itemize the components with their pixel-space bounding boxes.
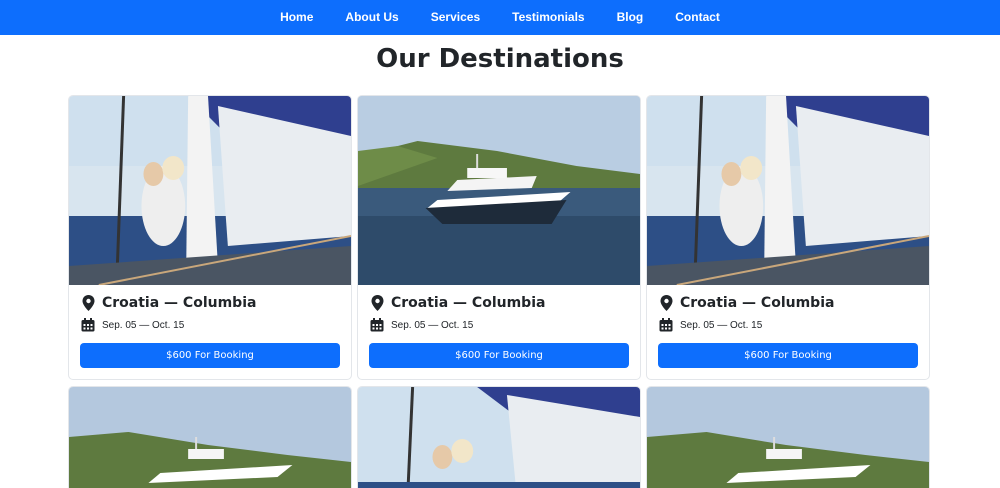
- destinations-grid: Croatia — Columbia Sep. 05 — Oct. 15 $60…: [68, 95, 930, 488]
- destination-row: Croatia — Columbia: [80, 295, 340, 311]
- destination-label: Croatia — Columbia: [391, 295, 546, 311]
- calendar-icon: [658, 317, 674, 333]
- yacht-image: [69, 387, 351, 488]
- card-body: Croatia — Columbia Sep. 05 — Oct. 15 $60…: [69, 285, 351, 379]
- destination-card: [357, 386, 641, 488]
- card-body: Croatia — Columbia Sep. 05 — Oct. 15 $60…: [358, 285, 640, 379]
- destination-label: Croatia — Columbia: [102, 295, 257, 311]
- sailboat-couple-image: [647, 96, 929, 285]
- sailboat-couple-image: [358, 387, 640, 488]
- date-label: Sep. 05 — Oct. 15: [391, 319, 474, 331]
- destination-card: Croatia — Columbia Sep. 05 — Oct. 15 $60…: [357, 95, 641, 380]
- nav-testimonials-link[interactable]: Testimonials: [496, 0, 600, 35]
- destination-card: Croatia — Columbia Sep. 05 — Oct. 15 $60…: [646, 95, 930, 380]
- map-pin-icon: [658, 295, 674, 311]
- booking-button[interactable]: $600 For Booking: [658, 343, 918, 368]
- nav-links: Home About Us Services Testimonials Blog…: [264, 0, 736, 35]
- date-label: Sep. 05 — Oct. 15: [680, 319, 763, 331]
- destination-card: [646, 386, 930, 488]
- calendar-icon: [80, 317, 96, 333]
- date-row: Sep. 05 — Oct. 15: [369, 317, 629, 333]
- nav-services-link[interactable]: Services: [415, 0, 496, 35]
- map-pin-icon: [369, 295, 385, 311]
- destination-row: Croatia — Columbia: [369, 295, 629, 311]
- destination-label: Croatia — Columbia: [680, 295, 835, 311]
- date-label: Sep. 05 — Oct. 15: [102, 319, 185, 331]
- nav-home-link[interactable]: Home: [264, 0, 329, 35]
- nav-contact-link[interactable]: Contact: [659, 0, 736, 35]
- section-title: Our Destinations: [376, 44, 624, 74]
- date-row: Sep. 05 — Oct. 15: [80, 317, 340, 333]
- yacht-image: [647, 387, 929, 488]
- card-body: Croatia — Columbia Sep. 05 — Oct. 15 $60…: [647, 285, 929, 379]
- yacht-image: [358, 96, 640, 285]
- top-navbar: Home About Us Services Testimonials Blog…: [0, 0, 1000, 35]
- map-pin-icon: [80, 295, 96, 311]
- date-row: Sep. 05 — Oct. 15: [658, 317, 918, 333]
- destination-card: [68, 386, 352, 488]
- nav-about-link[interactable]: About Us: [329, 0, 414, 35]
- calendar-icon: [369, 317, 385, 333]
- destination-card: Croatia — Columbia Sep. 05 — Oct. 15 $60…: [68, 95, 352, 380]
- sailboat-couple-image: [69, 96, 351, 285]
- booking-button[interactable]: $600 For Booking: [369, 343, 629, 368]
- destination-row: Croatia — Columbia: [658, 295, 918, 311]
- booking-button[interactable]: $600 For Booking: [80, 343, 340, 368]
- nav-blog-link[interactable]: Blog: [601, 0, 660, 35]
